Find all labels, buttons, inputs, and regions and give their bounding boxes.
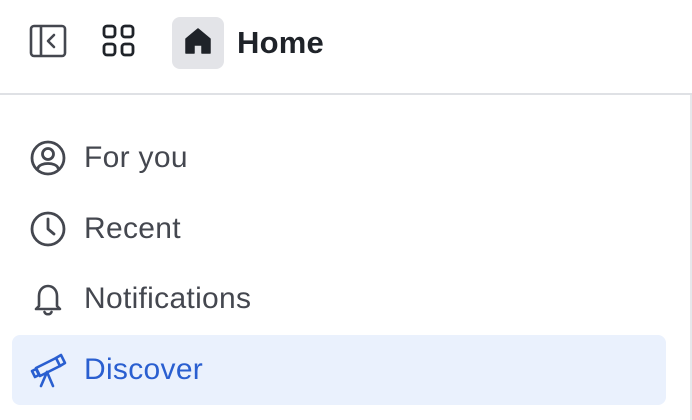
clock-icon (28, 209, 68, 249)
sidebar-item-label: For you (84, 141, 188, 174)
sidebar-collapse-button[interactable] (26, 21, 70, 65)
user-circle-icon (28, 138, 68, 178)
sidebar-item-label: Discover (84, 353, 204, 386)
sidebar-item-for-you[interactable]: For you (12, 123, 666, 193)
top-bar: Home (0, 0, 692, 95)
page-title: Home (237, 25, 324, 60)
home-button[interactable] (172, 17, 224, 69)
sidebar-item-discover[interactable]: Discover (12, 335, 666, 405)
bell-icon (28, 279, 68, 319)
apps-grid-icon (101, 23, 137, 64)
sidebar-item-notifications[interactable]: Notifications (12, 264, 666, 334)
sidebar-item-label: Notifications (84, 282, 252, 315)
sidebar-collapse-icon (29, 24, 67, 63)
sidebar-nav: For you Recent Notifications Discover (0, 95, 690, 420)
telescope-icon (28, 350, 68, 390)
sidebar-item-label: Recent (84, 212, 181, 245)
sidebar-item-recent[interactable]: Recent (12, 194, 666, 264)
apps-button[interactable] (97, 21, 141, 65)
home-icon (183, 26, 213, 61)
